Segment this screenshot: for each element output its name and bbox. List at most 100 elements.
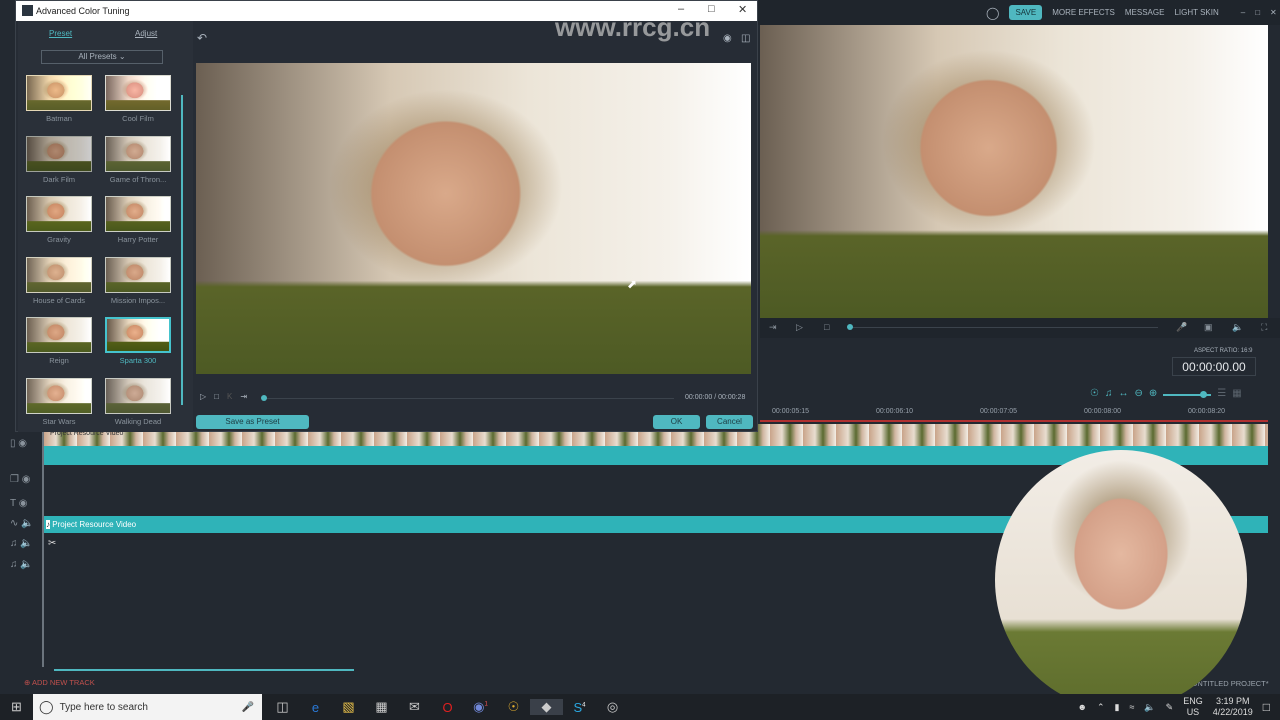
zoom-slider[interactable] [1163,391,1212,398]
obs-icon[interactable]: ◎ [596,699,629,715]
dialog-next-frame-icon[interactable]: ⇥ [240,392,247,401]
message-link[interactable]: MESSAGE [1125,8,1165,17]
discord-icon[interactable]: ◉1 [464,699,497,715]
dialog-prev-frame-icon[interactable]: K [227,392,232,401]
dialog-title: Advanced Color Tuning [36,6,130,16]
zoom-in-icon[interactable]: ⊕ [1149,388,1157,399]
clock-time: 3:19 PM [1215,696,1250,706]
add-new-track-button[interactable]: ⊕ ADD NEW TRACK [24,678,95,687]
pen-icon[interactable]: ✎ [1166,702,1174,713]
grid-view-icon[interactable]: ▦ [1232,388,1241,399]
scrubber-handle[interactable] [847,324,853,330]
region: US [1186,707,1200,717]
opera-icon[interactable]: O [431,700,464,715]
save-button[interactable]: SAVE [1009,5,1043,20]
language-indicator[interactable]: ENG US [1183,696,1203,718]
light-skin-link[interactable]: LIGHT SKIN [1174,8,1218,17]
preset-panel: Preset Adjust All Presets ⌄ Batman Cool F… [18,21,193,432]
undo-icon[interactable]: ↶ [197,31,207,45]
dialog-scrubber[interactable] [264,398,674,399]
playback-scrubber[interactable] [848,327,1158,328]
maximize-icon[interactable]: □ [1255,8,1260,17]
zoom-out-icon[interactable]: ⊖ [1134,388,1142,399]
preset-scrollbar[interactable] [181,95,183,405]
clock[interactable]: 3:19 PM 4/22/2019 [1213,696,1253,718]
preset-thumbnail[interactable] [105,196,171,233]
tray-chevron-icon[interactable]: ⌃ [1097,702,1105,713]
microphone-icon[interactable]: 🎤 [242,702,254,713]
play-icon[interactable]: ▷ [796,322,803,333]
pip-track-icon[interactable]: ❐ ◉ [10,474,30,485]
tab-preset[interactable]: Preset [49,29,72,38]
chrome-icon[interactable]: ☉ [497,699,530,715]
store-icon[interactable]: ▦ [365,699,398,715]
save-as-preset-button[interactable]: Save as Preset [196,415,309,429]
filmora-icon[interactable]: ◆ [530,699,563,715]
stop-icon[interactable]: □ [824,322,829,332]
text-track-icon[interactable]: T ◉ [10,498,27,509]
preset-thumbnail[interactable] [26,317,92,354]
account-icon[interactable]: ◯ [986,6,999,20]
preset-thumbnail[interactable] [26,135,92,172]
dialog-close-icon[interactable]: ✕ [738,3,747,16]
task-view-icon[interactable]: ◫ [266,699,299,715]
step-back-icon[interactable]: ⇥ [769,322,777,333]
fullscreen-icon[interactable]: ⛶ [1261,322,1267,333]
fit-icon[interactable]: ↔ [1118,388,1128,399]
scissors-icon[interactable]: ✂ [48,538,56,549]
preset-label: Dark Film [42,174,76,184]
action-center-icon[interactable]: □ [1263,700,1270,714]
timeline-scrollbar[interactable] [54,669,354,671]
minimize-icon[interactable]: – [1241,8,1245,17]
render-icon[interactable]: ☉ [1090,388,1099,399]
video-track-icon[interactable]: ▯ ◉ [10,438,27,449]
preset-filter-dropdown[interactable]: All Presets ⌄ [41,50,163,64]
taskbar-search-box[interactable]: ◯ Type here to search 🎤 [33,694,262,720]
volume-icon[interactable]: 🔈 [1232,322,1243,333]
preset-thumbnail[interactable] [26,196,92,233]
dialog-time: 00:00:00 / 00:00:28 [685,394,746,401]
dialog-play-icon[interactable]: ▷ [200,392,206,401]
mail-icon[interactable]: ✉ [398,699,431,715]
preset-thumbnail[interactable] [105,317,171,354]
timeline-left-edge [42,432,44,667]
timeline-ruler[interactable]: 00:00:05:15 00:00:06:10 00:00:07:05 00:0… [760,408,1280,420]
music-track-2-icon[interactable]: ♫ 🔈 [10,559,33,570]
dialog-scrubber-handle[interactable] [261,395,267,401]
audio-fx-track-icon[interactable]: ∿ 🔈 [10,518,34,529]
preset-thumbnail[interactable] [26,378,92,414]
edge-icon[interactable]: e [299,700,332,715]
compare-eye-icon[interactable]: ◉ [723,33,732,44]
list-view-icon[interactable]: ☰ [1217,388,1226,399]
tab-adjust[interactable]: Adjust [135,29,157,38]
timecode-display: 00:00:00.00 [1172,357,1256,376]
ok-button[interactable]: OK [653,415,700,429]
cancel-button[interactable]: Cancel [706,415,753,429]
preset-thumbnail[interactable] [26,75,92,111]
skype-icon[interactable]: S4 [563,700,596,715]
people-icon[interactable]: ☻ [1077,702,1086,712]
preset-thumbnail[interactable] [105,256,171,293]
preset-thumbnail[interactable] [105,75,171,111]
preset-thumbnail[interactable] [26,256,92,293]
volume-tray-icon[interactable]: 🔈 [1144,702,1155,713]
file-explorer-icon[interactable]: ▧ [332,699,365,715]
ruler-tick: 00:00:08:00 [1084,408,1121,415]
snapshot-icon[interactable]: ▣ [1204,322,1213,333]
dialog-stop-icon[interactable]: □ [214,392,219,401]
wifi-icon[interactable]: ≈ [1129,702,1134,712]
windows-start-icon[interactable]: ⊞ [0,699,33,715]
more-effects-link[interactable]: MORE EFFECTS [1052,8,1115,17]
watermark-text: www.rrcg.cn [555,12,711,42]
battery-icon[interactable]: ▮ [1115,702,1120,713]
preset-thumbnail[interactable] [105,135,171,172]
ruler-tick: 00:00:05:15 [772,408,809,415]
playhead-line[interactable] [760,420,1268,422]
audio-mixer-icon[interactable]: ♫ [1105,388,1113,399]
close-icon[interactable]: ✕ [1270,8,1277,17]
preset-thumbnail[interactable] [105,378,171,414]
split-view-icon[interactable]: ◫ [741,33,750,44]
ruler-tick: 00:00:08:20 [1188,408,1225,415]
music-track-icon[interactable]: ♫ 🔈 [10,538,33,549]
microphone-icon[interactable]: 🎤 [1176,322,1187,333]
